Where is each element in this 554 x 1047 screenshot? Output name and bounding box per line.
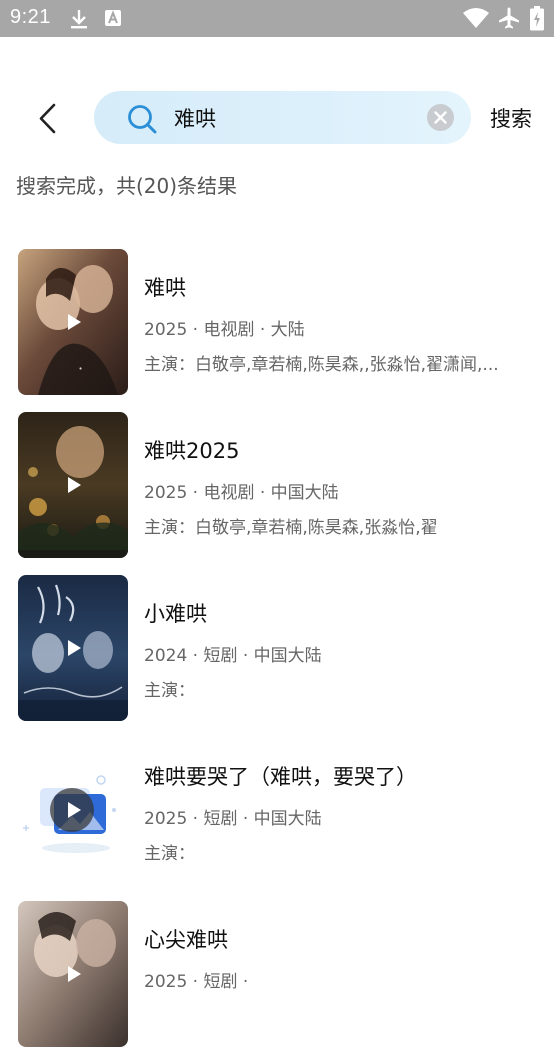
poster-placeholder	[18, 738, 128, 884]
result-meta: 2024 · 短剧 · 中国大陆	[144, 646, 322, 666]
battery-icon	[530, 6, 544, 31]
search-icon	[128, 105, 157, 134]
poster-image: ·	[18, 249, 128, 395]
result-meta: 2025 · 电视剧 · 中国大陆	[144, 483, 339, 503]
play-icon	[68, 802, 81, 818]
result-title: 难哄	[144, 276, 186, 300]
result-title: 难哄要哭了（难哄，要哭了）	[144, 765, 417, 789]
result-title: 心尖难哄	[144, 928, 228, 952]
wifi-icon	[463, 8, 489, 28]
chevron-left-icon	[39, 103, 56, 134]
result-item[interactable]: · 难哄 2025 · 电视剧 · 大陆 主演：白敬亭,章若楠,陈昊森,,张淼怡…	[18, 249, 548, 395]
result-item[interactable]: 难哄要哭了（难哄，要哭了） 2025 · 短剧 · 中国大陆 主演：	[18, 738, 548, 884]
status-time: 9:21	[10, 6, 51, 28]
result-item[interactable]: 心尖难哄 2025 · 短剧 ·	[18, 901, 548, 1047]
airplane-icon	[499, 7, 519, 29]
result-title: 小难哄	[144, 602, 207, 626]
search-button[interactable]: 搜索	[490, 103, 532, 133]
play-icon	[68, 640, 81, 656]
download-icon	[71, 10, 87, 29]
notification-a-icon	[105, 10, 121, 26]
play-icon	[68, 966, 81, 982]
clear-icon[interactable]	[427, 104, 454, 131]
result-item[interactable]: 小难哄 2024 · 短剧 · 中国大陆 主演：	[18, 575, 548, 721]
play-icon	[68, 314, 81, 330]
poster-image	[18, 575, 128, 721]
result-cast: 主演：	[144, 844, 195, 864]
play-icon	[68, 477, 81, 493]
svg-text:·: ·	[78, 359, 83, 378]
status-bar: 9:21	[0, 0, 554, 37]
search-input[interactable]	[174, 103, 414, 133]
result-cast: 主演：	[144, 681, 195, 701]
result-cast: 主演：白敬亭,章若楠,陈昊森,张淼怡,翟	[144, 518, 438, 538]
poster-image	[18, 412, 128, 558]
search-box[interactable]	[94, 91, 471, 144]
result-meta: 2025 · 短剧 · 中国大陆	[144, 809, 322, 829]
back-button[interactable]	[28, 97, 68, 141]
result-meta: 2025 · 电视剧 · 大陆	[144, 320, 305, 340]
result-summary: 搜索完成，共(20)条结果	[16, 174, 238, 198]
result-meta: 2025 · 短剧 ·	[144, 972, 249, 992]
result-item[interactable]: 难哄2025 2025 · 电视剧 · 中国大陆 主演：白敬亭,章若楠,陈昊森,…	[18, 412, 548, 558]
result-title: 难哄2025	[144, 439, 240, 463]
poster-image	[18, 901, 128, 1047]
result-cast: 主演：白敬亭,章若楠,陈昊森,,张淼怡,翟潇闻,...	[144, 355, 499, 375]
